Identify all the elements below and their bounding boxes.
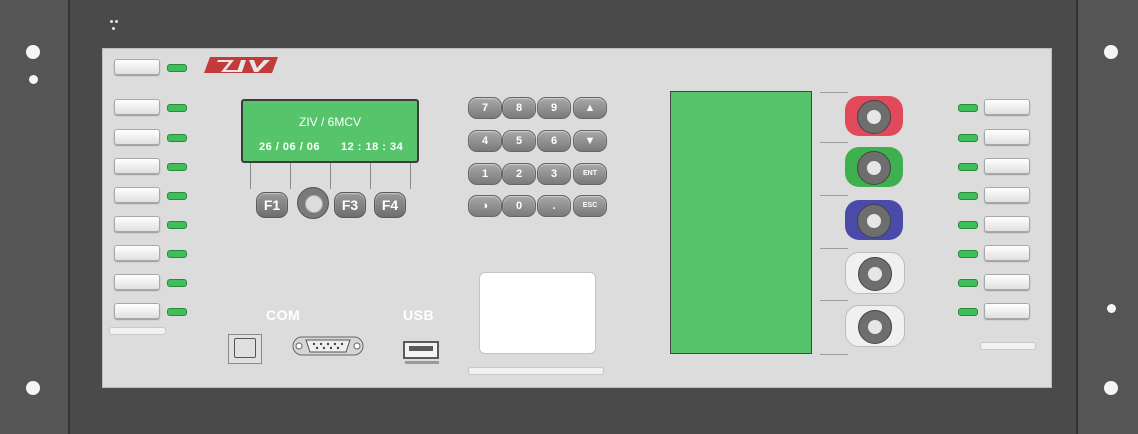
divider-line: [820, 142, 848, 143]
key-9[interactable]: 9: [537, 97, 571, 119]
left-function-key-3[interactable]: [114, 158, 160, 174]
status-led: [167, 279, 187, 287]
esc-key[interactable]: ESC: [573, 195, 607, 217]
green-control-button[interactable]: [845, 147, 903, 187]
status-led: [167, 134, 187, 142]
red-control-button[interactable]: [845, 96, 903, 136]
left-function-key-2[interactable]: [114, 129, 160, 145]
label-strip: [980, 342, 1036, 350]
left-mounting-ear: [0, 0, 70, 434]
key-7[interactable]: 7: [468, 97, 502, 119]
key-8[interactable]: 8: [502, 97, 536, 119]
mounting-hole: [29, 75, 38, 84]
f3-key[interactable]: F3: [334, 192, 366, 218]
divider-line: [290, 163, 291, 189]
indicator-dots: [110, 20, 118, 36]
divider-line: [820, 92, 848, 93]
db9-serial-port[interactable]: [292, 334, 364, 358]
blue-control-button[interactable]: [845, 200, 903, 240]
status-led: [167, 250, 187, 258]
mounting-hole: [1107, 304, 1116, 313]
divider-line: [410, 163, 411, 189]
right-function-key-8[interactable]: [984, 303, 1030, 319]
key-4[interactable]: 4: [468, 130, 502, 152]
key-2[interactable]: 2: [502, 163, 536, 185]
divider-line: [820, 300, 848, 301]
white-control-button[interactable]: [845, 305, 905, 347]
status-led: [167, 192, 187, 200]
rotary-knob[interactable]: [297, 187, 329, 219]
right-function-key-5[interactable]: [984, 216, 1030, 232]
divider-line: [820, 354, 848, 355]
left-function-key-6[interactable]: [114, 245, 160, 261]
mounting-hole: [1104, 45, 1118, 59]
key-dot[interactable]: .: [537, 195, 571, 217]
key-6[interactable]: 6: [537, 130, 571, 152]
right-function-key-1[interactable]: [984, 99, 1030, 115]
key-0[interactable]: 0: [502, 195, 536, 217]
label-strip: [468, 367, 604, 375]
mounting-hole: [26, 45, 40, 59]
right-function-key-3[interactable]: [984, 158, 1030, 174]
left-function-key-7[interactable]: [114, 274, 160, 290]
label-strip: [109, 327, 166, 335]
label-window: [479, 272, 596, 354]
arrow-down-icon[interactable]: ▼: [573, 130, 607, 152]
left-function-key-4[interactable]: [114, 187, 160, 203]
mounting-hole: [26, 381, 40, 395]
white-control-button[interactable]: [845, 252, 905, 294]
contrast-icon[interactable]: ◑: [468, 195, 502, 217]
divider-line: [330, 163, 331, 189]
status-led: [958, 308, 978, 316]
key-1[interactable]: 1: [468, 163, 502, 185]
usb-port[interactable]: [403, 341, 439, 359]
right-function-key-7[interactable]: [984, 274, 1030, 290]
status-led: [958, 250, 978, 258]
status-led: [958, 163, 978, 171]
divider-line: [820, 248, 848, 249]
right-function-key-6[interactable]: [984, 245, 1030, 261]
left-function-key-1[interactable]: [114, 99, 160, 115]
right-function-key-4[interactable]: [984, 187, 1030, 203]
com-label: COM: [266, 307, 301, 323]
f4-key[interactable]: F4: [374, 192, 406, 218]
status-led: [167, 308, 187, 316]
mounting-hole: [1104, 381, 1118, 395]
status-led: [958, 279, 978, 287]
status-led: [958, 104, 978, 112]
divider-line: [250, 163, 251, 189]
right-function-key-2[interactable]: [984, 129, 1030, 145]
lcd-model-text: ZIV / 6MCV: [298, 115, 361, 129]
divider-line: [820, 195, 848, 196]
ent-key[interactable]: ENT: [573, 163, 607, 185]
divider-line: [370, 163, 371, 189]
rj-port[interactable]: [228, 334, 262, 364]
key-3[interactable]: 3: [537, 163, 571, 185]
ziv-logo: [204, 57, 278, 73]
status-led: [958, 134, 978, 142]
lcd-time-text: 12 : 18 : 34: [341, 141, 404, 153]
status-led: [958, 192, 978, 200]
status-led: [167, 221, 187, 229]
top-left-key[interactable]: [114, 59, 160, 75]
status-led: [958, 221, 978, 229]
status-led: [167, 163, 187, 171]
left-function-key-8[interactable]: [114, 303, 160, 319]
arrow-up-icon[interactable]: ▲: [573, 97, 607, 119]
usb-underline: [405, 361, 439, 364]
right-mounting-ear: [1076, 0, 1138, 434]
status-led: [167, 64, 187, 72]
graphic-lcd: [670, 91, 812, 354]
status-led: [167, 104, 187, 112]
usb-label: USB: [403, 307, 435, 323]
f1-key[interactable]: F1: [256, 192, 288, 218]
key-5[interactable]: 5: [502, 130, 536, 152]
lcd-display: ZIV / 6MCV 26 / 06 / 06 12 : 18 : 34: [241, 99, 419, 163]
lcd-date-text: 26 / 06 / 06: [259, 141, 321, 153]
left-function-key-5[interactable]: [114, 216, 160, 232]
